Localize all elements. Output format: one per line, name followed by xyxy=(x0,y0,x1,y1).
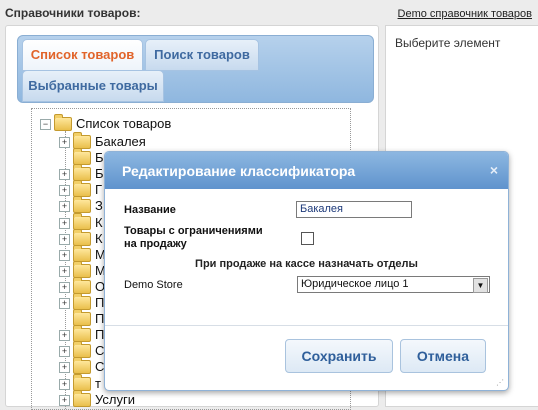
top-bar: Справочники товаров: Demo справочник тов… xyxy=(0,0,538,24)
tree-item-label: Г xyxy=(95,182,103,197)
expand-icon[interactable]: + xyxy=(59,282,70,293)
tree-item[interactable]: + Услуги xyxy=(59,390,289,408)
dialog-divider xyxy=(105,325,508,326)
tab-product-search[interactable]: Поиск товаров xyxy=(145,39,259,71)
tree-item-label: П xyxy=(95,295,105,310)
departments-section-title: При продаже на кассе назначать отделы xyxy=(195,258,418,270)
folder-icon xyxy=(73,164,91,181)
tree-item-label: С xyxy=(95,343,105,358)
tree-item-label: П xyxy=(95,327,105,342)
resize-grip-icon[interactable]: ⋰ xyxy=(496,378,505,387)
dropdown-arrow-icon[interactable]: ▼ xyxy=(473,278,488,293)
folder-icon xyxy=(73,357,91,374)
dialog-header[interactable]: Редактирование классификатора × xyxy=(105,152,508,189)
legal-entity-select-value: Юридическое лицо 1 xyxy=(301,278,409,290)
expand-icon[interactable]: + xyxy=(59,298,70,309)
folder-icon xyxy=(73,341,91,358)
expand-icon[interactable]: + xyxy=(59,362,70,373)
folder-icon xyxy=(73,245,91,262)
expand-icon[interactable]: + xyxy=(59,346,70,357)
page-title: Справочники товаров: xyxy=(5,6,141,20)
tree-root-label: Список товаров xyxy=(76,116,172,131)
tree-item-label: Б xyxy=(95,166,104,181)
expand-icon[interactable]: + xyxy=(59,218,70,229)
restricted-sale-checkbox[interactable] xyxy=(301,232,314,245)
tree-item-label: К xyxy=(95,231,103,246)
save-button[interactable]: Сохранить xyxy=(285,339,393,373)
expand-icon[interactable]: + xyxy=(59,169,70,180)
close-icon[interactable]: × xyxy=(490,162,498,178)
expand-icon[interactable]: + xyxy=(59,234,70,245)
folder-icon xyxy=(73,309,91,326)
select-element-hint: Выберите элемент xyxy=(395,36,501,50)
folder-icon xyxy=(73,390,91,407)
edit-classifier-dialog: Редактирование классификатора × Название… xyxy=(104,151,509,391)
folder-icon xyxy=(73,229,91,246)
folder-icon xyxy=(73,148,91,165)
collapse-icon[interactable]: − xyxy=(40,119,51,130)
folder-icon xyxy=(73,277,91,294)
tree-item-label: Б xyxy=(95,150,104,165)
expand-icon[interactable]: + xyxy=(59,250,70,261)
folder-icon xyxy=(73,180,91,197)
expand-icon[interactable]: + xyxy=(59,266,70,277)
expand-icon[interactable]: + xyxy=(59,379,70,390)
tab-selected-products[interactable]: Выбранные товары xyxy=(22,70,164,102)
tree-item-label: З xyxy=(95,198,103,213)
tab-product-list[interactable]: Список товаров xyxy=(22,39,143,71)
legal-entity-select[interactable]: Юридическое лицо 1 ▼ xyxy=(297,276,490,293)
name-label: Название xyxy=(124,204,176,216)
tree-root[interactable]: − Список товаров xyxy=(40,114,290,132)
folder-icon xyxy=(73,325,91,342)
tree-item-label: П xyxy=(95,311,105,326)
folder-icon xyxy=(73,374,91,391)
folder-open-icon xyxy=(54,114,72,131)
folder-icon xyxy=(73,293,91,310)
folder-icon xyxy=(73,213,91,230)
restricted-sale-label: Товары с ограничениями на продажу xyxy=(124,225,263,250)
dialog-title: Редактирование классификатора xyxy=(122,163,356,179)
tree-item-label: Бакалея xyxy=(95,134,146,149)
expand-icon[interactable]: + xyxy=(59,201,70,212)
tree-item[interactable]: + Бакалея xyxy=(59,132,289,150)
folder-icon xyxy=(73,196,91,213)
tab-bar: Список товаров Поиск товаров Выбранные т… xyxy=(17,35,374,103)
tree-item-label: т xyxy=(95,376,101,391)
folder-icon xyxy=(73,132,91,149)
tree-item-label: Услуги xyxy=(95,392,135,407)
cancel-button[interactable]: Отмена xyxy=(400,339,486,373)
tree-item-label: К xyxy=(95,215,103,230)
tree-item-label: С xyxy=(95,359,105,374)
demo-catalog-link[interactable]: Demo справочник товаров xyxy=(398,8,532,20)
store-label: Demo Store xyxy=(124,279,183,291)
expand-icon[interactable]: + xyxy=(59,137,70,148)
folder-icon xyxy=(73,261,91,278)
expand-icon[interactable]: + xyxy=(59,330,70,341)
expand-icon[interactable]: + xyxy=(59,185,70,196)
name-input[interactable]: Бакалея xyxy=(296,201,412,218)
